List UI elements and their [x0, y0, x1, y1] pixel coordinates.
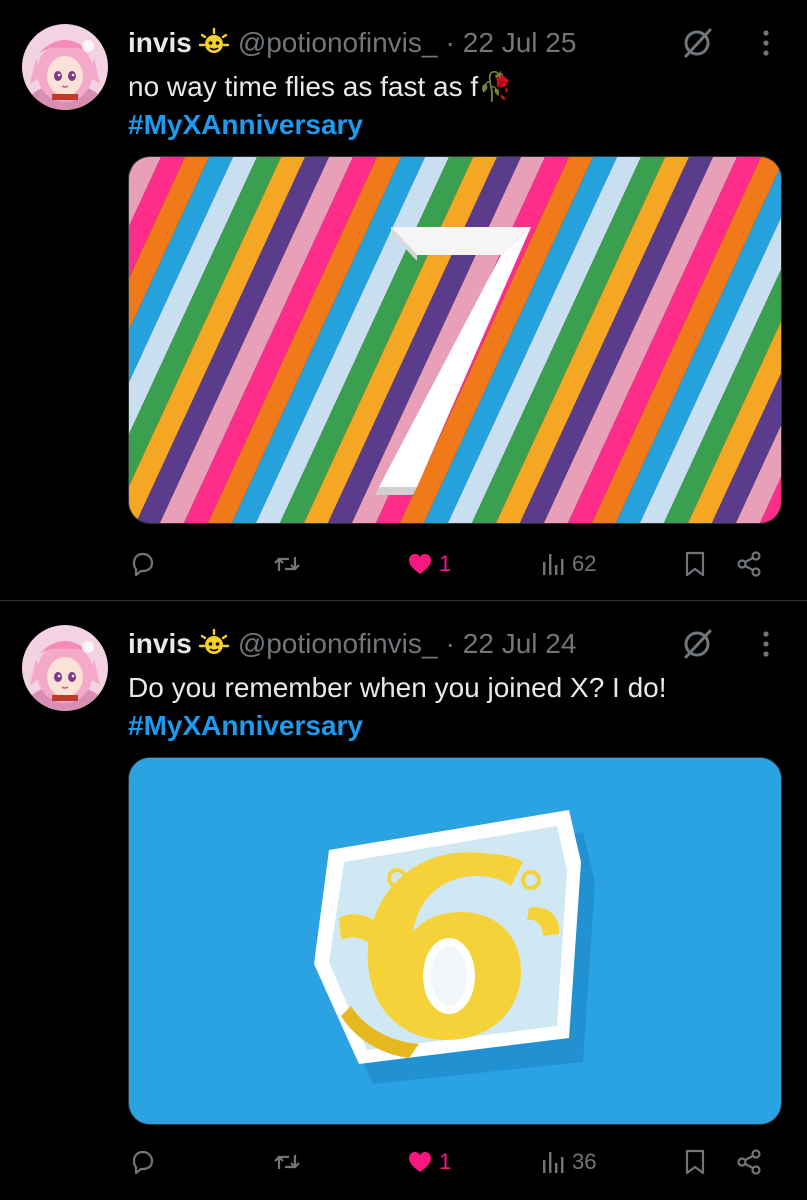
share-icon	[737, 1149, 761, 1175]
like-button[interactable]: 1	[405, 546, 451, 582]
more-icon[interactable]	[754, 28, 778, 58]
bookmark-icon	[685, 1149, 705, 1175]
hashtag-link[interactable]: #MyXAnniversary	[128, 709, 363, 743]
views-button[interactable]: 62	[540, 546, 596, 582]
tweet-text: Do you remember when you joined X? I do!	[128, 672, 667, 703]
bookmark-icon	[685, 551, 705, 577]
tweet-actions: 1 62	[0, 546, 807, 582]
bookmark-button[interactable]	[680, 1144, 710, 1180]
repost-icon	[274, 1155, 300, 1169]
reply-icon	[132, 552, 154, 577]
share-button[interactable]	[734, 1144, 764, 1180]
tweet-header: invis @potionofinvis_ · 22 Jul 24	[128, 627, 576, 661]
bookmark-button[interactable]	[680, 546, 710, 582]
reply-button[interactable]	[128, 546, 162, 582]
tweet-text: no way time flies as fast as f🥀	[128, 71, 513, 102]
reply-icon	[132, 1150, 154, 1175]
author-name[interactable]: invis	[128, 27, 192, 59]
more-icon[interactable]	[754, 629, 778, 659]
repost-button[interactable]	[272, 1144, 306, 1180]
anniversary-7-image	[129, 157, 781, 523]
heart-icon	[409, 554, 431, 574]
reply-button[interactable]	[128, 1144, 162, 1180]
author-name[interactable]: invis	[128, 628, 192, 660]
repost-icon	[274, 557, 300, 571]
avatar-image	[22, 24, 108, 110]
views-count: 36	[572, 1149, 597, 1174]
tweet[interactable]: invis @potionofinvis_ · 22 Jul 24 Do you…	[0, 601, 807, 1200]
tweet-media[interactable]	[128, 156, 782, 524]
repost-button[interactable]	[272, 546, 306, 582]
avatar-image	[22, 625, 108, 711]
author-handle[interactable]: @potionofinvis_	[238, 27, 438, 59]
like-count: 1	[439, 551, 452, 576]
heart-icon	[409, 1152, 431, 1172]
separator-dot: ·	[445, 628, 455, 659]
avatar[interactable]	[22, 625, 108, 711]
hashtag-link[interactable]: #MyXAnniversary	[128, 108, 363, 142]
views-count: 62	[572, 551, 597, 576]
views-button[interactable]: 36	[540, 1144, 596, 1180]
separator-dot: ·	[445, 27, 455, 58]
badge-icon	[198, 628, 230, 660]
like-count: 1	[439, 1149, 452, 1174]
share-icon	[737, 551, 761, 577]
author-handle[interactable]: @potionofinvis_	[238, 628, 438, 660]
views-icon	[543, 554, 564, 575]
tweet-date[interactable]: 22 Jul 25	[463, 27, 577, 59]
share-button[interactable]	[734, 546, 764, 582]
badge-icon	[198, 27, 230, 59]
views-icon	[543, 1152, 564, 1173]
grok-icon[interactable]	[680, 26, 714, 60]
tweet-actions: 1 36	[0, 1144, 807, 1180]
tweet-date[interactable]: 22 Jul 24	[463, 628, 577, 660]
tweet[interactable]: invis @potionofinvis_ · 22 Jul 25 no way…	[0, 0, 807, 600]
grok-icon[interactable]	[680, 627, 714, 661]
avatar[interactable]	[22, 24, 108, 110]
tweet-header: invis @potionofinvis_ · 22 Jul 25	[128, 26, 576, 60]
tweet-media[interactable]	[128, 757, 782, 1125]
like-button[interactable]: 1	[405, 1144, 451, 1180]
anniversary-6-image	[129, 758, 781, 1100]
